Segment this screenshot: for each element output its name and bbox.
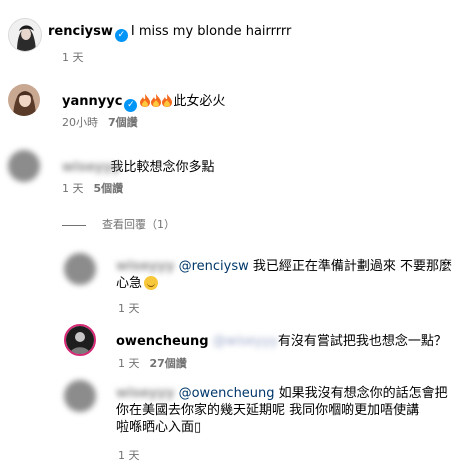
reply-text-line1: 如果我沒有想念你的話怎會把	[274, 386, 448, 401]
reply-username[interactable]: wiseyyy	[116, 385, 174, 402]
verified-badge-icon: ✓	[124, 99, 138, 112]
comment-1: yannyyc ✓ 此女必火	[62, 90, 225, 112]
reply-1-meta: 1 天	[118, 300, 140, 316]
reply-time: 1 天	[118, 449, 140, 462]
avatar-yannyyc[interactable]	[8, 84, 40, 116]
post-caption: renciysw ✓ I miss my blonde hairrrrr	[48, 24, 291, 42]
avatar-owencheung[interactable]	[64, 324, 96, 356]
comment-2: wiseyyy我比較想念你多點	[62, 156, 214, 175]
post-username[interactable]: renciysw	[48, 24, 113, 39]
reply-time: 1 天	[118, 357, 140, 370]
avatar-renciysw[interactable]	[8, 18, 42, 52]
reply-text-line3: 啦喺晒心入面▯	[116, 420, 202, 435]
reply-2: owencheung @wiseyyy有沒有嘗試把我也想念一點？	[116, 330, 447, 349]
comment-time: 1 天	[62, 182, 84, 195]
comment-likes[interactable]: 7個讚	[108, 116, 138, 129]
reply-2-meta: 1 天 27個讚	[118, 355, 187, 371]
reply-username[interactable]: wiseyyy	[116, 258, 174, 275]
comment-time: 20小時	[62, 116, 98, 129]
fire-emoji-icon	[140, 94, 173, 109]
post-time: 1 天	[62, 49, 84, 65]
verified-badge-icon: ✓	[114, 29, 128, 42]
avatar-blurred-user[interactable]	[64, 380, 96, 412]
avatar-image	[66, 326, 94, 354]
post-time-text: 1 天	[62, 51, 84, 64]
reply-text-line2: 心急	[116, 276, 143, 291]
reply-username[interactable]: owencheung	[116, 334, 209, 349]
smiling-face-emoji-icon	[144, 276, 159, 290]
reply-blurred-mention[interactable]: @wiseyyy	[213, 334, 278, 349]
post-caption-text: I miss my blonde hairrrrr	[130, 24, 292, 39]
reply-time: 1 天	[118, 302, 140, 315]
comment-username[interactable]: yannyyc	[62, 94, 122, 109]
replies-divider	[62, 224, 86, 226]
reply-3: wiseyyy @owencheung 如果我沒有想念你的話怎會把 你在美國去你…	[116, 385, 448, 436]
comment-username[interactable]: wiseyyy	[62, 160, 120, 175]
reply-text-line2: 你在美國去你家的幾天延期呢 我同你嗰啲更加唔使講	[116, 403, 420, 418]
comment-likes[interactable]: 5個讚	[94, 182, 124, 195]
reply-mention-link[interactable]: @owencheung	[179, 386, 275, 401]
avatar-image	[8, 84, 40, 116]
avatar-blurred-user[interactable]	[8, 150, 40, 182]
reply-mention-link[interactable]: @renciysw	[179, 259, 249, 274]
reply-text-line1: 我已經正在準備計劃過來 不要那麼	[248, 259, 453, 274]
reply-1: wiseyyy @renciysw 我已經正在準備計劃過來 不要那麼 心急	[116, 258, 452, 292]
view-replies-toggle[interactable]: 查看回覆（1）	[62, 216, 175, 232]
avatar-blurred-user[interactable]	[64, 253, 96, 285]
comment-text: 此女必火	[173, 94, 226, 109]
reply-3-meta: 1 天	[118, 447, 140, 463]
comment-text: 我比較想念你多點	[110, 160, 215, 175]
avatar-image	[9, 19, 41, 51]
reply-likes[interactable]: 27個讚	[150, 357, 187, 370]
reply-text: 有沒有嘗試把我也想念一點？	[277, 334, 447, 349]
comment-2-meta: 1 天 5個讚	[62, 180, 123, 196]
view-replies-label: 查看回覆（1）	[102, 218, 175, 231]
comment-1-meta: 20小時 7個讚	[62, 114, 138, 130]
